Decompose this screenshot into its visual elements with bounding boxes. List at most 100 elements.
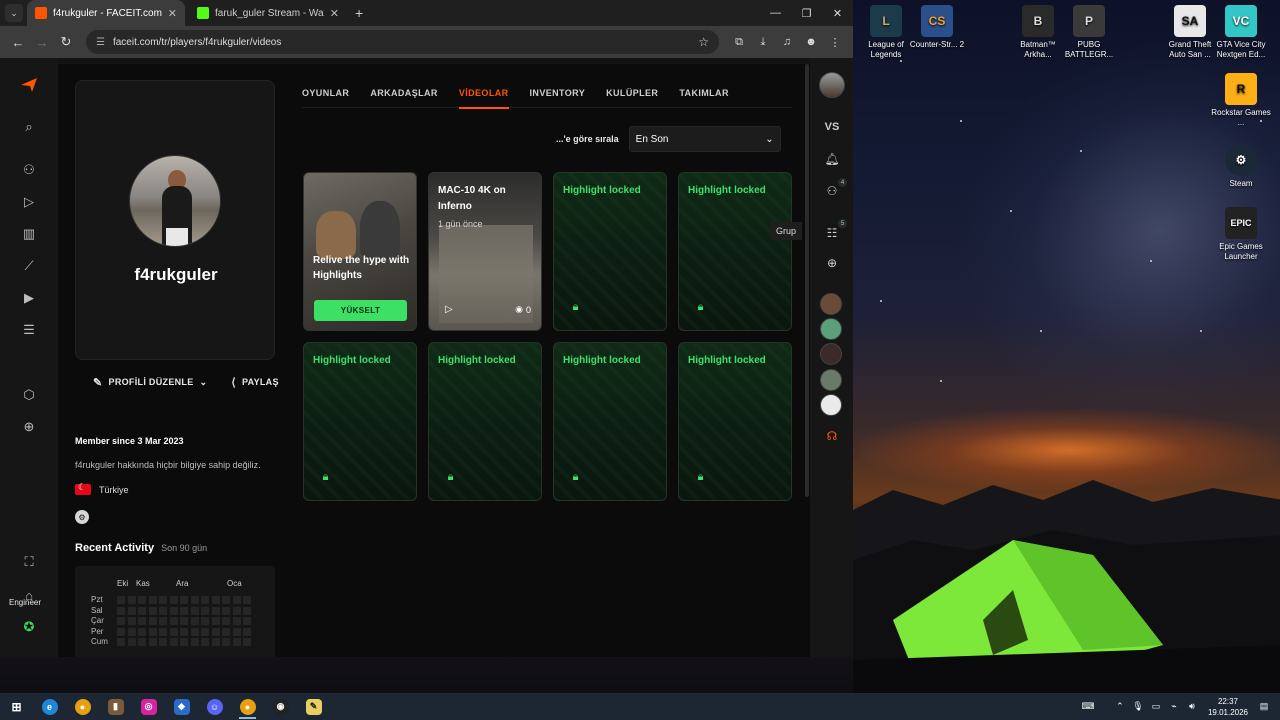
taskbar-chrome[interactable]: ● [66, 693, 99, 720]
heatmap-cell [148, 596, 157, 604]
desktop-icon-epic[interactable]: EPIC Epic Games Launcher [1211, 207, 1271, 262]
desktop-icon-steam[interactable]: ⚙ Steam [1211, 144, 1271, 189]
cs2-icon: CS [921, 5, 953, 37]
locked-highlight-card[interactable]: Highlight locked 🔒︎ [678, 342, 792, 501]
taskbar-app[interactable]: ▮ [99, 693, 132, 720]
add-icon[interactable]: ⊕ [17, 415, 41, 439]
browser-tab-kick[interactable]: faruk_guler Stream - Watch Live ✕ [189, 0, 347, 26]
battery-icon[interactable]: ▭ [1148, 701, 1164, 712]
minimize-button[interactable]: — [760, 0, 791, 26]
friend-avatar[interactable] [820, 318, 842, 340]
clubs-icon[interactable]: ⬡ [17, 383, 41, 407]
taskbar-obs[interactable]: ◉ [264, 693, 297, 720]
locked-highlight-card[interactable]: Highlight locked 🔒︎ [428, 342, 542, 501]
taskbar-editor[interactable]: ✎ [297, 693, 330, 720]
premium-star-icon[interactable]: ✪ [17, 615, 41, 639]
desktop-icon-cs2[interactable]: CS Counter-Str... 2 [907, 5, 967, 50]
locked-highlight-card[interactable]: Highlight locked 🔒︎ [553, 342, 667, 501]
steam-icon[interactable]: ⚙ [75, 510, 89, 524]
menu-icon[interactable]: ⋮ [823, 30, 847, 54]
close-window-button[interactable]: ✕ [822, 0, 853, 26]
tab-videolar[interactable]: VİDEOLAR [458, 80, 509, 109]
video-title: MAC-10 4K on Inferno [438, 185, 506, 212]
start-button[interactable]: ⊞ [0, 693, 33, 720]
tab-oyunlar[interactable]: OYUNLAR [302, 80, 349, 108]
friend-avatar[interactable] [820, 369, 842, 391]
reload-button[interactable]: ↻ [54, 30, 78, 54]
search-icon[interactable]: ⌕ [17, 115, 41, 139]
network-icon[interactable]: ⌁ [1166, 701, 1182, 712]
locked-highlight-card[interactable]: Highlight locked 🔒︎ [303, 342, 417, 501]
bookmark-star-icon[interactable]: ☆ [698, 35, 709, 49]
notifications-icon[interactable]: ▤ [1256, 701, 1272, 712]
friend-avatar[interactable] [820, 293, 842, 315]
new-tab-button[interactable]: + [355, 5, 363, 21]
play-icon[interactable]: ▷ [17, 190, 41, 214]
headset-icon[interactable]: ☊ [820, 424, 844, 448]
video-card[interactable]: MAC-10 4K on Inferno 1 gün önce ▷ ◉ 0 [428, 172, 542, 331]
taskbar-chrome-active[interactable]: ● [231, 693, 264, 720]
taskbar-discord[interactable]: ☺ [198, 693, 231, 720]
taskbar-vpn[interactable]: ◆ [165, 693, 198, 720]
url-input[interactable]: ☰ faceit.com/tr/players/f4rukguler/video… [86, 30, 719, 54]
highlights-promo-card[interactable]: Relive the hype with Highlights YÜKSELT [303, 172, 417, 331]
download-icon[interactable]: ⤓ [751, 30, 775, 54]
list-icon[interactable]: ☰ [17, 318, 41, 342]
forward-button[interactable]: → [30, 30, 54, 54]
faceit-logo-icon[interactable] [21, 78, 37, 92]
desktop-icon-rockstar[interactable]: R Rockstar Games ... [1211, 73, 1271, 128]
extensions-icon[interactable]: ⧉ [727, 30, 751, 54]
close-tab-icon[interactable]: ✕ [168, 7, 177, 20]
heatmap-cell [201, 627, 209, 636]
tab-inventory[interactable]: INVENTORY [530, 80, 586, 108]
tab-arkadaslar[interactable]: ARKADAŞLAR [370, 80, 438, 108]
heatmap-cell [222, 596, 230, 604]
mic-icon[interactable]: 🎙︎ [1130, 701, 1146, 712]
heatmap-cell [148, 606, 157, 615]
chevron-up-icon[interactable]: ⌃ [1112, 701, 1128, 712]
leaderboard-icon[interactable]: ▥ [17, 222, 41, 246]
promo-title: Relive the hype with Highlights [313, 255, 410, 281]
vs-button[interactable]: VS [820, 115, 844, 139]
media-icon[interactable]: ♫ [775, 30, 799, 54]
edit-profile-button[interactable]: ✎ PROFİLİ DÜZENLE ⌄ [93, 376, 207, 389]
tab-search-button[interactable]: ⌄ [5, 4, 23, 22]
profile-card: f4rukguler [75, 80, 275, 360]
stats-icon[interactable]: ⟋ [17, 254, 41, 278]
desktop-icon-pubg[interactable]: P PUBG BATTLEGR... [1059, 5, 1119, 60]
friend-avatar[interactable] [820, 394, 842, 416]
bell-icon[interactable]: 🔔︎ [820, 147, 844, 171]
keyboard-icon[interactable]: ⌨ [1080, 701, 1096, 712]
clock[interactable]: 22:37 19.01.2026 [1208, 696, 1248, 718]
user-avatar[interactable] [819, 72, 845, 98]
share-icon: ⟨ [231, 376, 236, 389]
upgrade-button[interactable]: YÜKSELT [314, 300, 407, 321]
browser-tab-faceit[interactable]: f4rukguler - FACEIT.com ✕ [27, 0, 185, 26]
speaker-icon[interactable]: 🔊︎ [1184, 701, 1200, 712]
share-button[interactable]: ⟨ PAYLAŞ [231, 376, 278, 389]
fullscreen-icon[interactable]: ⛶ [17, 550, 41, 574]
site-info-icon[interactable]: ☰ [96, 37, 105, 48]
tab-kulupler[interactable]: KULÜPLER [606, 80, 658, 108]
tab-takimlar[interactable]: TAKIMLAR [679, 80, 729, 108]
maximize-button[interactable]: ❐ [791, 0, 822, 26]
locked-highlight-card[interactable]: Highlight locked 🔒︎ [678, 172, 792, 331]
heatmap-cell [190, 617, 199, 626]
left-sidebar: ⌕ ⚇ ▷ ▥ ⟋ ▶ ☰ ⬡ ⊕ ⛶ ⌂ ✪ [0, 58, 58, 657]
find-players-icon[interactable]: ⚇ [17, 158, 41, 182]
taskbar-edge[interactable]: e [33, 693, 66, 720]
app-icon: ▮ [107, 698, 124, 715]
gta-sa-icon: SA [1174, 5, 1206, 37]
sort-select[interactable]: En Son ⌄ [628, 126, 781, 152]
back-button[interactable]: ← [6, 30, 30, 54]
add-circle-icon[interactable]: ⊕ [820, 251, 844, 275]
scrollbar[interactable] [805, 64, 809, 497]
profile-icon[interactable]: ☻ [799, 30, 823, 54]
play-icon[interactable]: ▷ [445, 304, 453, 315]
watch-icon[interactable]: ▶ [17, 286, 41, 310]
close-tab-icon[interactable]: ✕ [330, 7, 339, 20]
desktop-icon-gta-vc[interactable]: VC GTA Vice City Nextgen Ed... [1211, 5, 1271, 60]
friend-avatar[interactable] [820, 343, 842, 365]
locked-highlight-card[interactable]: Highlight locked 🔒︎ [553, 172, 667, 331]
taskbar-instagram[interactable]: ◎ [132, 693, 165, 720]
